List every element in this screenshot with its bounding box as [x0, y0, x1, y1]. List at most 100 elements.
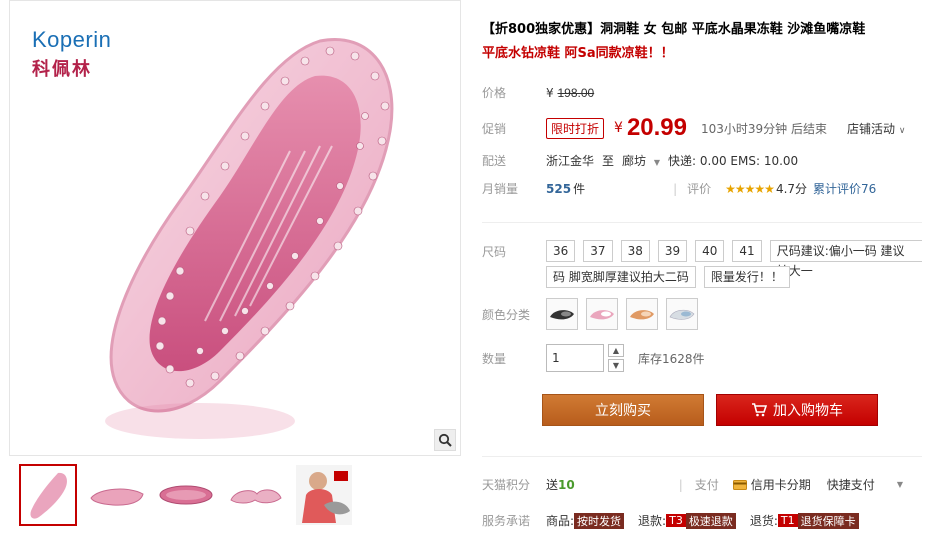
original-price-yen: ¥ — [546, 85, 554, 100]
black-shoe-swatch-icon — [550, 310, 574, 320]
stock-count: 库存1628件 — [638, 351, 705, 366]
color-swatch-pink[interactable] — [586, 298, 618, 330]
chevron-down-icon: ∨ — [898, 125, 906, 136]
caret-down-icon: ▼ — [653, 158, 661, 167]
shop-activity-dropdown[interactable]: 店铺活动 ∨ — [847, 120, 905, 137]
shipping-destination: 廊坊 — [622, 154, 647, 168]
shop-activity-label: 店铺活动 — [847, 121, 896, 136]
shipping-label: 配送 — [482, 154, 507, 168]
product-title-line1: 【折800独家优惠】洞洞鞋 女 包邮 平底水晶果冻鞋 沙滩鱼嘴凉鞋 — [482, 22, 866, 37]
add-to-cart-label: 加入购物车 — [773, 403, 843, 419]
rating-score: 4.7分 — [775, 182, 808, 196]
color-row: 颜色分类 — [482, 298, 706, 330]
shipping-fee: 快递: 0.00 EMS: 10.00 — [668, 154, 799, 168]
size-option-39[interactable]: 39 — [657, 240, 688, 262]
thumbnail-strip — [9, 460, 461, 530]
limited-sale-badge: 限时打折 — [546, 117, 605, 139]
size-option-41[interactable]: 41 — [732, 240, 762, 262]
promo-price: 20.99 — [626, 114, 687, 141]
color-swatch-orange[interactable] — [626, 298, 658, 330]
magnifier-icon — [438, 433, 452, 447]
cart-icon — [752, 403, 767, 417]
thumbnail-2[interactable] — [88, 464, 146, 526]
size-note-option-line2[interactable]: 码 脚宽脚厚建议拍大二码 — [546, 266, 696, 288]
divider — [482, 456, 922, 457]
quantity-increase-button[interactable]: ▲ — [608, 344, 624, 357]
add-to-cart-button[interactable]: 加入购物车 — [716, 394, 878, 426]
size-label: 尺码 — [482, 245, 507, 259]
points-send-word: 送 — [546, 478, 559, 492]
limited-edition-option[interactable]: 限量发行！！ — [703, 266, 790, 288]
quantity-input[interactable]: 1 — [546, 344, 604, 372]
service-goods-label: 商品: — [546, 514, 575, 528]
zoom-button[interactable] — [434, 429, 456, 451]
points-label: 天猫积分 — [482, 478, 531, 492]
shipping-to-word: 至 — [602, 154, 615, 168]
refund-code-badge: T3 — [666, 514, 686, 527]
jelly-shoe-image — [105, 38, 394, 439]
thumb-model-image — [296, 465, 352, 525]
promo-countdown: 103小时39分钟 后结束 — [701, 121, 827, 136]
thumbnail-4[interactable] — [226, 464, 284, 526]
credit-installment-label: 信用卡分期 — [750, 478, 811, 492]
promo-price-yen: ¥ — [614, 120, 623, 136]
orange-shoe-swatch-icon — [630, 310, 654, 320]
size-option-40[interactable]: 40 — [695, 240, 725, 262]
size-note-option-line1[interactable]: 尺码建议:偏小一码 建议拍大一 — [769, 240, 922, 278]
caret-down-icon[interactable]: ▼ — [897, 480, 903, 489]
credit-installment-link[interactable]: 信用卡分期 — [732, 476, 811, 493]
main-product-image[interactable]: Koperin 科佩林 — [9, 0, 461, 456]
service-return-label: 退货: — [749, 514, 778, 528]
product-title-line2: 平底水钻凉鞋 阿Sa同款凉鞋！！ — [482, 46, 674, 61]
buy-now-button[interactable]: 立刻购买 — [542, 394, 704, 426]
pink-shoe-swatch-icon — [590, 310, 614, 320]
shipping-row: 配送 浙江金华 至 廊坊 ▼ 快递: 0.00 EMS: 10.00 — [482, 152, 798, 169]
divider — [482, 222, 922, 223]
product-title: 【折800独家优惠】洞洞鞋 女 包邮 平底水晶果冻鞋 沙滩鱼嘴凉鞋 平底水钻凉鞋… — [482, 18, 922, 66]
size-option-37[interactable]: 37 — [583, 240, 613, 262]
quantity-label: 数量 — [482, 351, 507, 366]
thumbnail-3[interactable] — [157, 464, 215, 526]
thumb-shoe-image — [230, 489, 282, 504]
color-swatch-black[interactable] — [546, 298, 578, 330]
rating-stars: ★★★★★ — [725, 181, 775, 196]
size-option-38[interactable]: 38 — [620, 240, 650, 262]
shipping-destination-select[interactable]: 廊坊 ▼ — [622, 152, 660, 169]
promo-label: 促销 — [482, 121, 507, 136]
quantity-row: 数量 1 ▲ ▼ 库存1628件 — [482, 344, 705, 372]
product-gallery: Koperin 科佩林 — [9, 0, 461, 538]
thumb-shoe-image — [159, 485, 213, 505]
monthly-sales-label: 月销量 — [482, 182, 519, 196]
service-refund-label: 退款: — [638, 514, 667, 528]
service-label: 服务承诺 — [482, 514, 531, 528]
ontime-shipping-badge[interactable]: 按时发货 — [574, 512, 625, 529]
original-price-value: 198.00 — [557, 85, 595, 100]
size-row: 尺码 36 37 38 39 40 41 尺码建议:偏小一码 建议拍大一 码 脚… — [482, 240, 922, 288]
color-label: 颜色分类 — [482, 307, 531, 322]
thumbnail-5[interactable] — [295, 464, 353, 526]
payment-label: 支付 — [694, 478, 719, 492]
rating-label: 评价 — [687, 182, 712, 196]
thumb-shoe-image — [30, 472, 67, 519]
return-guarantee-badge[interactable]: 退货保障卡 — [797, 512, 859, 529]
monthly-sales-count: 525 — [546, 181, 572, 196]
white-shoe-swatch-icon — [669, 309, 695, 320]
price-label: 价格 — [482, 86, 507, 100]
size-options: 36 37 38 39 40 41 尺码建议:偏小一码 建议拍大一 码 脚宽脚厚… — [546, 240, 922, 288]
shipping-from: 浙江金华 — [546, 154, 595, 168]
original-price: ¥ 198.00 — [546, 86, 594, 100]
size-option-36[interactable]: 36 — [546, 240, 576, 262]
review-count-link[interactable]: 累计评价76 — [813, 180, 876, 197]
color-swatch-white[interactable] — [666, 298, 698, 330]
thumbnail-1[interactable] — [19, 464, 77, 526]
promo-row: 促销 限时打折 ¥ 20.99 103小时39分钟 后结束 店铺活动 ∨ — [482, 114, 905, 142]
points-value: 10 — [558, 477, 575, 492]
sales-row: 月销量 525 件 | 评价 ★★★★★ 4.7分 累计评价76 — [482, 180, 877, 197]
fast-refund-badge[interactable]: 极速退款 — [685, 512, 736, 529]
points-row: 天猫积分 送 10 | 支付 信用卡分期 快捷支付 ▼ — [482, 476, 903, 493]
quantity-decrease-button[interactable]: ▼ — [608, 359, 624, 372]
thumb-shoe-image — [90, 488, 144, 506]
price-row: 价格 ¥ 198.00 — [482, 84, 594, 101]
product-details: 【折800独家优惠】洞洞鞋 女 包邮 平底水晶果冻鞋 沙滩鱼嘴凉鞋 平底水钻凉鞋… — [472, 0, 930, 538]
service-row: 服务承诺 商品: 按时发货 退款: T3 极速退款 退货: T1 退货保障卡 — [482, 512, 859, 529]
